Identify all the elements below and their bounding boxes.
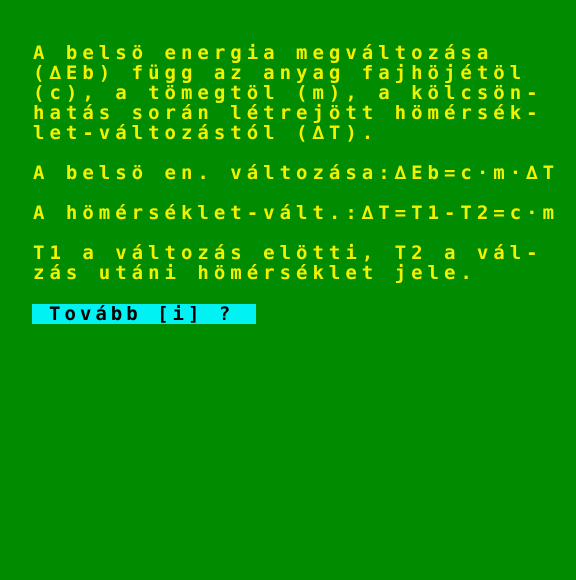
formula-temperature-change: A hömérséklet-vált.:∆T=T1-T2=c·m <box>33 202 560 224</box>
text-line-1: A belsö energia megváltozása <box>33 42 494 64</box>
text-line-8: T1 a változás elötti, T2 a vál- <box>33 242 543 264</box>
text-line-5: let-változástól (∆T). <box>33 122 379 144</box>
text-line-2: (∆Eb) függ az anyag fajhöjétöl <box>33 62 527 84</box>
continue-prompt-button[interactable]: Tovább [i] ? <box>32 304 256 324</box>
formula-internal-energy: A belsö en. változása:∆Eb=c·m·∆T <box>33 162 560 184</box>
continue-prompt-label: Tovább [i] ? <box>49 303 235 325</box>
teletext-screen: A belsö energia megváltozása (∆Eb) függ … <box>0 0 576 580</box>
text-line-4: hatás során létrejött hömérsék- <box>33 102 543 124</box>
text-line-9: zás utáni hömérséklet jele. <box>33 262 477 284</box>
text-line-3: (c), a tömegtöl (m), a kölcsön- <box>33 82 543 104</box>
